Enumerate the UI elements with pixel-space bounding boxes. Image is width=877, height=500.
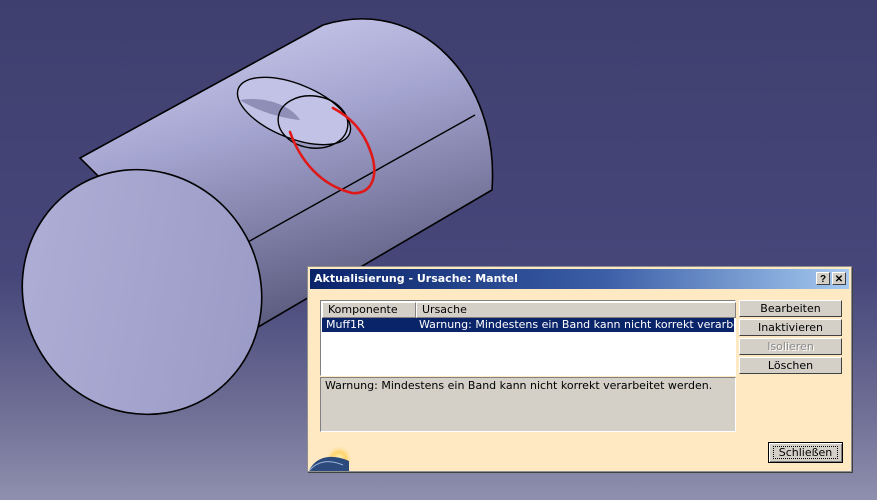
edit-button[interactable]: Bearbeiten xyxy=(739,300,842,317)
cell-cause: Warnung: Mindestens ein Band kann nicht … xyxy=(419,318,734,331)
close-button-label: Schließen xyxy=(773,446,838,459)
message-box: Warnung: Mindestens ein Band kann nicht … xyxy=(320,377,736,432)
cause-table: Komponente Ursache Muff1R Warnung: Minde… xyxy=(320,300,736,376)
help-button[interactable]: ? xyxy=(816,272,830,285)
table-row[interactable]: Muff1R Warnung: Mindestens ein Band kann… xyxy=(322,318,734,332)
dialog-title: Aktualisierung - Ursache: Mantel xyxy=(314,272,518,285)
column-header-cause[interactable]: Ursache xyxy=(416,302,736,318)
dialog-titlebar[interactable]: Aktualisierung - Ursache: Mantel ? ✕ xyxy=(310,269,849,289)
update-diagnosis-dialog: Aktualisierung - Ursache: Mantel ? ✕ Kom… xyxy=(307,266,852,472)
column-header-component[interactable]: Komponente xyxy=(322,302,416,318)
cell-component: Muff1R xyxy=(326,318,365,331)
close-icon[interactable]: ✕ xyxy=(832,272,846,285)
table-header: Komponente Ursache xyxy=(322,302,736,318)
delete-button[interactable]: Löschen xyxy=(739,357,842,374)
close-button[interactable]: Schließen xyxy=(768,442,843,463)
isolate-button: Isolieren xyxy=(739,338,842,355)
deactivate-button[interactable]: Inaktivieren xyxy=(739,319,842,336)
sun-logo-icon xyxy=(309,447,353,471)
